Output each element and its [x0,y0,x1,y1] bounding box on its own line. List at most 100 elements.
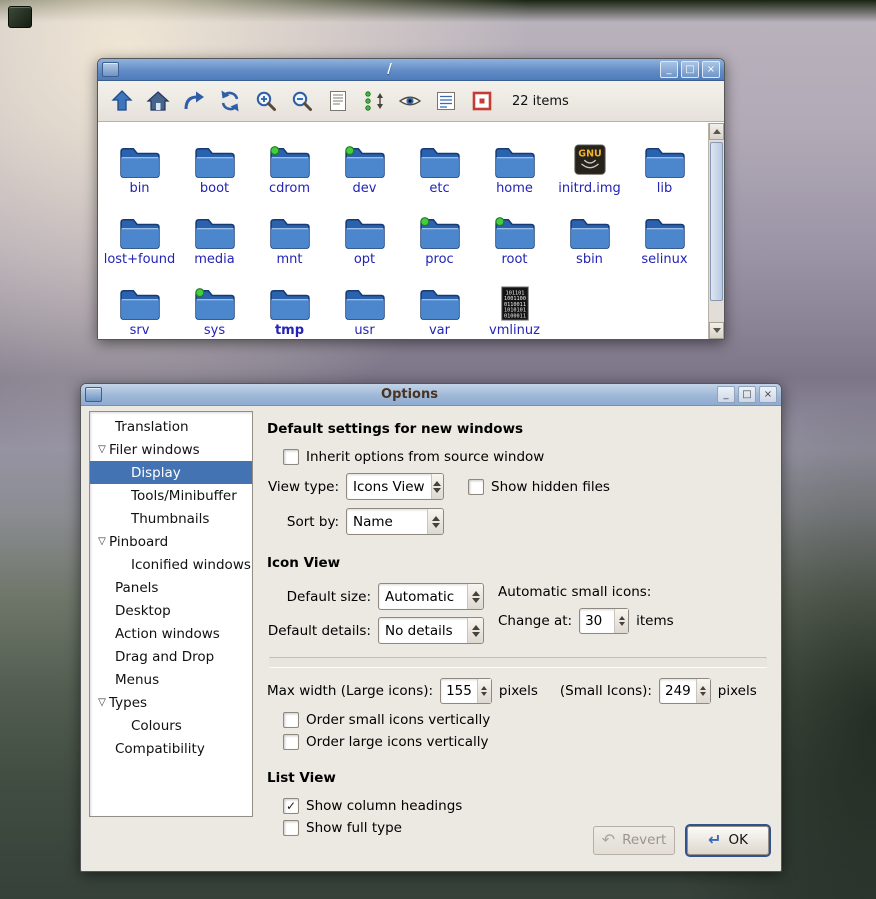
sort-icon[interactable] [360,87,388,115]
minimize-button[interactable]: _ [660,61,678,78]
details-icon[interactable] [324,87,352,115]
default-details-combo[interactable]: No details [378,617,484,644]
sidebar-item-action-windows[interactable]: Action windows [90,622,252,645]
revert-button[interactable]: ↶ Revert [593,825,675,855]
inherit-checkbox[interactable] [283,449,299,465]
vertical-scrollbar[interactable] [708,123,724,339]
expander-icon[interactable]: ▽ [95,536,109,547]
refresh-icon[interactable] [216,87,244,115]
expander-icon[interactable]: ▽ [95,697,109,708]
sidebar-item-types[interactable]: ▽ Types [90,691,252,714]
sidebar-item-translation[interactable]: Translation [90,415,252,438]
sidebar-item-display[interactable]: Display [90,461,252,484]
file-item-initrd-img[interactable]: GNU initrd.img [552,129,627,196]
file-item-dev[interactable]: dev [327,129,402,196]
zoom-icon[interactable] [288,87,316,115]
filer-titlebar[interactable]: / _ □ × [98,59,724,81]
file-item-vmlinuz[interactable]: 101101 1001100 0110011 1010101 0100011 vmlinu… [477,271,552,338]
redo-icon[interactable] [180,87,208,115]
select-all-icon[interactable] [468,87,496,115]
file-item-proc[interactable]: proc [402,200,477,267]
options-window: Options _ □ × Translation ▽ Filer windows D… [80,383,782,872]
revert-label: Revert [622,832,667,848]
items-suffix: items [636,613,674,629]
scrollbar-thumb[interactable] [710,142,723,301]
options-titlebar[interactable]: Options _ □ × [81,384,781,406]
sort-by-combo[interactable]: Name [346,508,444,535]
window-menu-icon[interactable] [102,62,119,77]
minimize-button[interactable]: _ [717,386,735,403]
up-icon[interactable] [108,87,136,115]
sidebar-item-filer-windows[interactable]: ▽ Filer windows [90,438,252,461]
ok-label: OK [728,832,748,848]
file-item-sbin[interactable]: sbin [552,200,627,267]
file-label: srv [129,323,150,338]
file-item-bin[interactable]: bin [102,129,177,196]
file-item-opt[interactable]: opt [327,200,402,267]
small-icons-spinner[interactable]: 249 [658,678,711,704]
file-item-tmp[interactable]: tmp [252,271,327,338]
revert-icon: ↶ [601,830,616,849]
max-width-spinner[interactable]: 155 [440,678,492,704]
pinboard-icon[interactable] [8,6,32,28]
window-menu-icon[interactable] [85,387,102,402]
sidebar-item-label: Desktop [115,602,171,619]
scrollbar-track[interactable] [709,140,724,322]
order-small-checkbox[interactable] [283,712,299,728]
file-item-mnt[interactable]: mnt [252,200,327,267]
file-item-home[interactable]: home [477,129,552,196]
folder-icon [118,280,162,322]
list-view-icon[interactable] [432,87,460,115]
separator-groove [269,657,767,668]
file-item-srv[interactable]: srv [102,271,177,338]
maximize-button[interactable]: □ [681,61,699,78]
file-item-lib[interactable]: lib [627,129,702,196]
sidebar-item-compatibility[interactable]: Compatibility [90,737,252,760]
ok-button[interactable]: ↵ OK [687,825,769,855]
home-icon[interactable] [144,87,172,115]
file-item-usr[interactable]: usr [327,271,402,338]
zoom-in-icon[interactable] [252,87,280,115]
change-at-label: Change at: [498,613,573,629]
show-hidden-checkbox[interactable] [468,478,484,495]
order-large-checkbox[interactable] [283,734,299,750]
sidebar-item-drag-and-drop[interactable]: Drag and Drop [90,645,252,668]
sidebar-item-menus[interactable]: Menus [90,668,252,691]
file-item-lost-found[interactable]: lost+found [102,200,177,267]
file-item-root[interactable]: root [477,200,552,267]
file-item-var[interactable]: var [402,271,477,338]
sidebar-item-tools-minibuffer[interactable]: Tools/Minibuffer [90,484,252,507]
binary-icon: 101101 1001100 0110011 1010101 0100011 [493,280,537,322]
sidebar-item-label: Iconified windows [131,556,251,573]
file-item-sys[interactable]: sys [177,271,252,338]
file-item-boot[interactable]: boot [177,129,252,196]
show-hidden-icon[interactable] [396,87,424,115]
sidebar-item-colours[interactable]: Colours [90,714,252,737]
folder-icon [493,138,537,180]
file-item-cdrom[interactable]: cdrom [252,129,327,196]
close-button[interactable]: × [759,386,777,403]
sidebar-item-desktop[interactable]: Desktop [90,599,252,622]
default-size-combo[interactable]: Automatic [378,583,484,610]
max-width-label: Max width (Large icons): [267,683,434,699]
expander-icon[interactable]: ▽ [95,444,109,455]
file-item-selinux[interactable]: selinux [627,200,702,267]
show-headings-checkbox[interactable] [283,798,299,814]
change-at-spinner[interactable]: 30 [579,608,630,634]
folder-mounted-icon [193,280,237,322]
maximize-button[interactable]: □ [738,386,756,403]
folder-icon [118,138,162,180]
sidebar-item-label: Colours [131,717,182,734]
sidebar-item-pinboard[interactable]: ▽ Pinboard [90,530,252,553]
scroll-down-button[interactable] [709,322,724,339]
file-item-media[interactable]: media [177,200,252,267]
scroll-up-button[interactable] [709,123,724,140]
sidebar-item-panels[interactable]: Panels [90,576,252,599]
sidebar-item-thumbnails[interactable]: Thumbnails [90,507,252,530]
folder-icon [418,138,462,180]
view-type-combo[interactable]: Icons View [346,473,444,500]
sidebar-item-iconified-windows[interactable]: Iconified windows [90,553,252,576]
file-item-etc[interactable]: etc [402,129,477,196]
close-button[interactable]: × [702,61,720,78]
folder-mounted-icon [343,138,387,180]
